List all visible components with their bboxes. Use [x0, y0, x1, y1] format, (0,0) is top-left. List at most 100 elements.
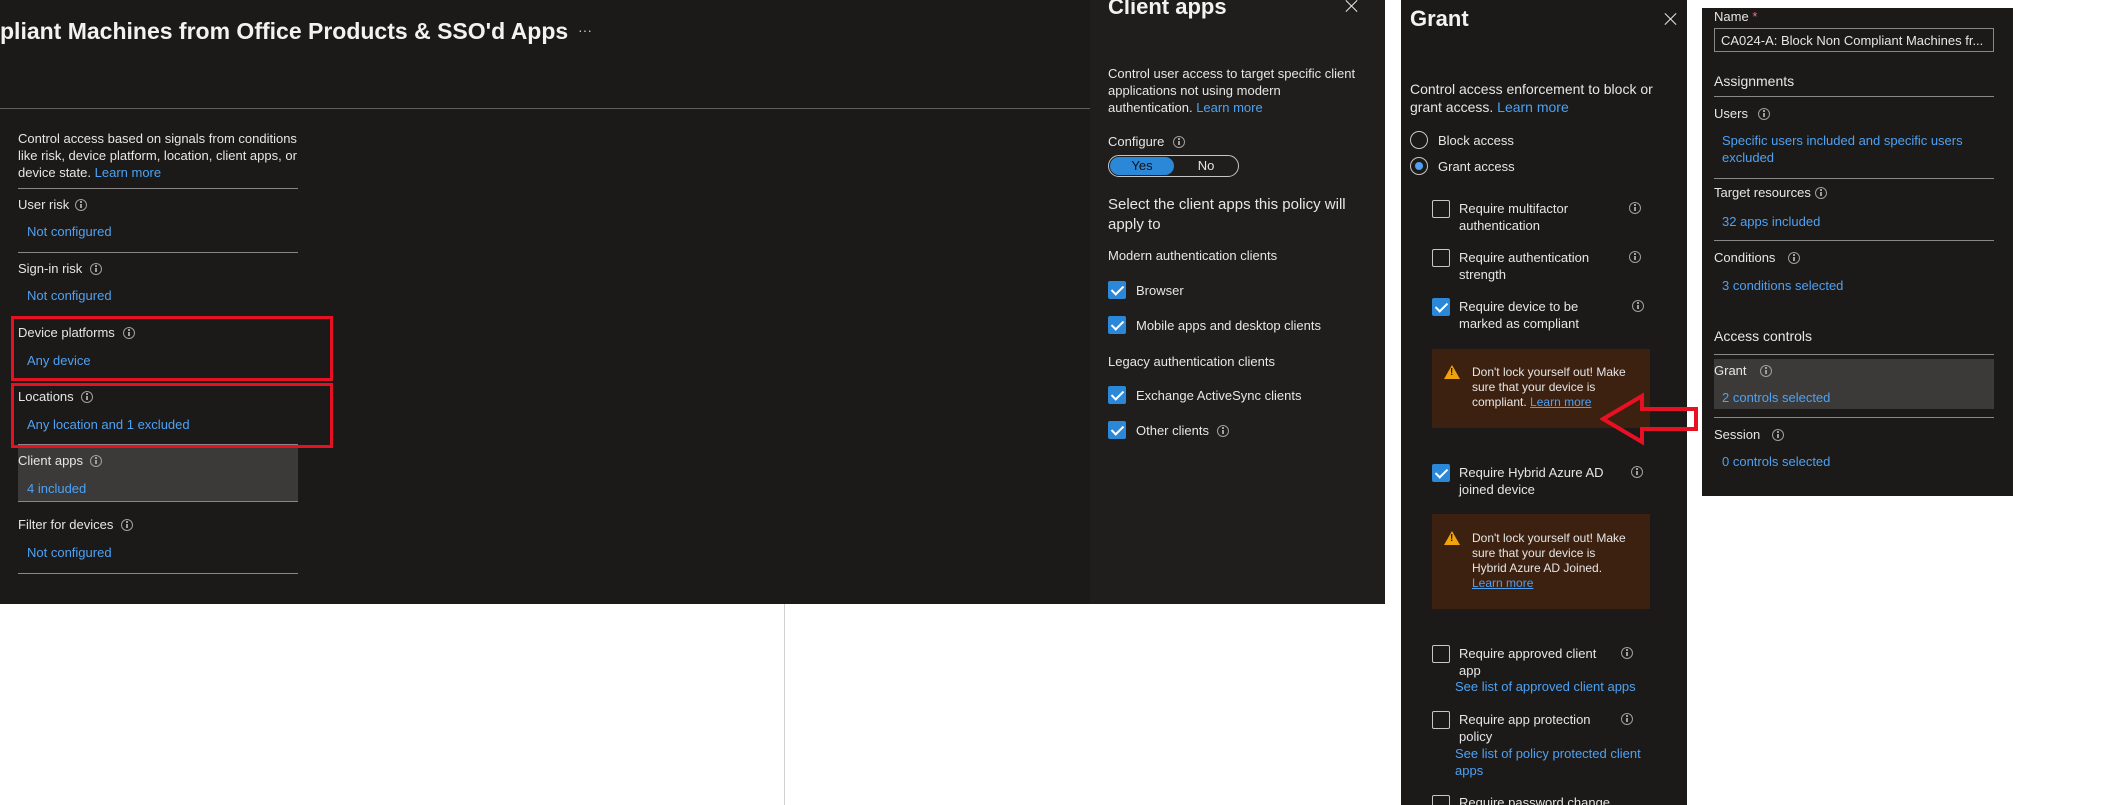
require-compliant-device-label: Require device to be marked as compliant — [1459, 299, 1579, 331]
info-icon[interactable] — [1760, 365, 1772, 377]
mobile-desktop-checkbox[interactable] — [1108, 316, 1126, 334]
client-apps-label: Client apps — [18, 453, 84, 468]
more-options-button[interactable]: ··· — [578, 22, 592, 38]
divider — [1714, 178, 1994, 179]
approved-apps-list-link[interactable]: See list of approved client apps — [1455, 679, 1636, 694]
info-icon[interactable] — [1772, 429, 1784, 441]
red-arrow-annotation — [1600, 392, 1698, 446]
exchange-activesync-checkbox[interactable] — [1108, 386, 1126, 404]
info-icon[interactable] — [75, 199, 87, 211]
info-icon[interactable] — [90, 455, 102, 467]
info-icon[interactable] — [1621, 647, 1633, 659]
info-icon[interactable] — [1629, 251, 1641, 263]
require-mfa-label: Require multifactor authentication — [1459, 201, 1569, 233]
users-label: Users — [1714, 106, 1748, 121]
intro-learn-more-link[interactable]: Learn more — [95, 165, 161, 180]
name-label: Name * — [1714, 9, 1758, 24]
divider — [1714, 96, 1994, 97]
grant-label: Grant — [1714, 363, 1747, 378]
info-icon[interactable] — [1629, 202, 1641, 214]
policy-name-value: CA024-A: Block Non Compliant Machines fr… — [1721, 33, 1984, 48]
info-icon[interactable] — [1632, 300, 1644, 312]
divider — [1714, 240, 1994, 241]
modern-auth-header: Modern authentication clients — [1108, 248, 1278, 263]
require-compliant-device-checkbox[interactable] — [1432, 298, 1450, 316]
require-password-change-checkbox[interactable] — [1432, 795, 1450, 805]
divider — [18, 501, 298, 502]
configure-label: Configure — [1108, 134, 1165, 149]
require-auth-strength-label: Require authentication strength — [1459, 250, 1590, 282]
grant-value-link[interactable]: 2 controls selected — [1722, 390, 1830, 405]
other-clients-checkbox[interactable] — [1108, 421, 1126, 439]
grant-description: Control access enforcement to block or g… — [1410, 81, 1653, 115]
require-approved-app-checkbox[interactable] — [1432, 645, 1450, 663]
info-icon[interactable] — [1788, 252, 1800, 264]
require-hybrid-joined-label: Require Hybrid Azure AD joined device — [1459, 465, 1604, 497]
grant-access-label: Grant access — [1438, 159, 1515, 174]
client-apps-panel: Client apps Control user access to targe… — [1090, 0, 1385, 604]
require-hybrid-joined-checkbox[interactable] — [1432, 464, 1450, 482]
access-controls-header: Access controls — [1714, 328, 1813, 344]
target-resources-label: Target resources — [1714, 185, 1811, 200]
page-title: pliant Machines from Office Products & S… — [0, 18, 569, 44]
client-apps-learn-more-link[interactable]: Learn more — [1196, 100, 1262, 115]
warning-box-hybrid: Don't lock yourself out! Make sure that … — [1432, 514, 1650, 609]
users-value-link[interactable]: Specific users included and specific use… — [1722, 132, 1992, 166]
conditions-label: Conditions — [1714, 250, 1776, 265]
other-clients-label: Other clients — [1136, 423, 1209, 438]
client-apps-description: Control user access to target specific c… — [1108, 66, 1356, 115]
policy-name-input[interactable]: CA024-A: Block Non Compliant Machines fr… — [1714, 28, 1994, 52]
divider — [1714, 417, 1994, 418]
user-risk-label: User risk — [18, 197, 70, 212]
require-approved-app-label: Require approved client app — [1459, 646, 1597, 678]
info-icon[interactable] — [1815, 187, 1827, 199]
info-icon[interactable] — [1217, 425, 1229, 437]
divider — [18, 573, 298, 574]
legacy-auth-header: Legacy authentication clients — [1108, 354, 1275, 369]
info-icon[interactable] — [1173, 136, 1185, 148]
configure-toggle[interactable]: Yes No — [1108, 155, 1239, 177]
browser-label: Browser — [1136, 283, 1184, 298]
warning-learn-more-link[interactable]: Learn more — [1472, 576, 1647, 591]
info-icon[interactable] — [1631, 466, 1643, 478]
highlight-box-device-platforms — [11, 316, 333, 381]
require-app-protection-checkbox[interactable] — [1432, 711, 1450, 729]
target-resources-value-link[interactable]: 32 apps included — [1722, 214, 1820, 229]
conditions-value-link[interactable]: 3 conditions selected — [1722, 278, 1843, 293]
client-apps-value-link[interactable]: 4 included — [27, 481, 86, 496]
assignments-header: Assignments — [1714, 73, 1795, 89]
policy-intro: Control access based on signals from con… — [18, 131, 297, 180]
filter-for-devices-value-link[interactable]: Not configured — [27, 545, 112, 560]
warning-icon — [1444, 531, 1460, 545]
info-icon[interactable] — [121, 519, 133, 531]
toggle-yes-button[interactable]: Yes — [1110, 157, 1174, 175]
close-icon[interactable] — [1344, 0, 1360, 14]
info-icon[interactable] — [1758, 108, 1770, 120]
require-auth-strength-checkbox[interactable] — [1432, 249, 1450, 267]
divider — [1714, 354, 1994, 355]
require-mfa-checkbox[interactable] — [1432, 200, 1450, 218]
info-icon[interactable] — [90, 263, 102, 275]
session-label: Session — [1714, 427, 1761, 442]
exchange-activesync-label: Exchange ActiveSync clients — [1136, 388, 1302, 403]
warning-text: Don't lock yourself out! Make sure that … — [1472, 531, 1647, 591]
protected-apps-list-link[interactable]: See list of policy protected client apps — [1455, 745, 1675, 779]
close-icon[interactable] — [1663, 11, 1679, 27]
block-access-radio[interactable] — [1410, 131, 1428, 149]
sign-in-risk-value-link[interactable]: Not configured — [27, 288, 112, 303]
block-access-label: Block access — [1438, 133, 1514, 148]
arrow-shape — [1600, 392, 1698, 446]
user-risk-value-link[interactable]: Not configured — [27, 224, 112, 239]
info-icon[interactable] — [1621, 713, 1633, 725]
warning-learn-more-link[interactable]: Learn more — [1530, 395, 1591, 409]
require-app-protection-label: Require app protection policy — [1459, 712, 1591, 744]
client-apps-title: Client apps — [1108, 0, 1227, 19]
grant-learn-more-link[interactable]: Learn more — [1497, 99, 1569, 115]
divider — [18, 252, 298, 253]
session-value-link[interactable]: 0 controls selected — [1722, 454, 1830, 469]
highlight-box-locations — [11, 383, 333, 448]
policy-summary-panel: Name * CA024-A: Block Non Compliant Mach… — [1702, 8, 2013, 496]
grant-access-radio[interactable] — [1410, 157, 1428, 175]
browser-checkbox[interactable] — [1108, 281, 1126, 299]
toggle-no-button[interactable]: No — [1175, 157, 1237, 175]
